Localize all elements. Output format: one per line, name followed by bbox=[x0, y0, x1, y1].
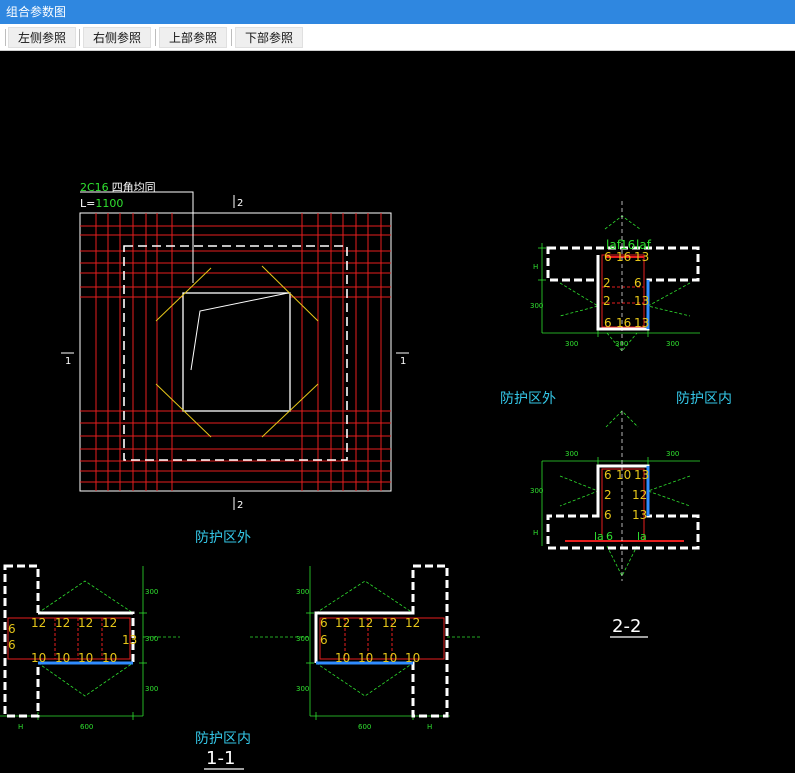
svg-text:10: 10 bbox=[358, 651, 373, 665]
svg-text:la: la bbox=[637, 530, 647, 543]
svg-text:6: 6 bbox=[604, 468, 612, 482]
svg-text:H: H bbox=[18, 723, 23, 731]
svg-text:300: 300 bbox=[296, 588, 309, 596]
section-mark-bottom: 2 bbox=[237, 500, 243, 511]
toolbar-separator bbox=[231, 29, 232, 46]
section-2-2-upper: 6 16 13 2 6 2 13 6 16 13 laf 16 laf 300 … bbox=[530, 201, 700, 352]
svg-text:300: 300 bbox=[145, 588, 158, 596]
toolbar-separator bbox=[155, 29, 156, 46]
label-outside-zone-plan: 防护区外 bbox=[195, 530, 251, 546]
svg-text:6: 6 bbox=[8, 638, 16, 652]
svg-text:la: la bbox=[594, 530, 604, 543]
svg-text:6: 6 bbox=[604, 508, 612, 522]
section-title-2-2: 2-2 bbox=[612, 616, 641, 637]
svg-text:12: 12 bbox=[632, 488, 647, 502]
svg-text:13: 13 bbox=[634, 294, 649, 308]
svg-text:10: 10 bbox=[102, 651, 117, 665]
svg-text:12: 12 bbox=[405, 616, 420, 630]
svg-text:10: 10 bbox=[55, 651, 70, 665]
window-title: 组合参数图 bbox=[0, 0, 795, 24]
svg-text:6: 6 bbox=[320, 616, 328, 630]
svg-text:300: 300 bbox=[565, 340, 578, 348]
svg-text:6: 6 bbox=[8, 622, 16, 636]
svg-text:300: 300 bbox=[296, 685, 309, 693]
label-inside-zone-section2: 防护区内 bbox=[676, 391, 732, 407]
svg-text:12: 12 bbox=[55, 616, 70, 630]
svg-text:H: H bbox=[533, 529, 538, 537]
toolbar: 左侧参照 右侧参照 上部参照 下部参照 bbox=[0, 24, 795, 51]
svg-text:300: 300 bbox=[615, 340, 628, 348]
section-1-1-right: 6 12 12 12 12 6 10 10 10 10 300 300 300 … bbox=[250, 564, 480, 731]
left-reference-button[interactable]: 左侧参照 bbox=[8, 27, 76, 48]
svg-text:12: 12 bbox=[102, 616, 117, 630]
svg-text:600: 600 bbox=[358, 723, 371, 731]
svg-text:H: H bbox=[427, 723, 432, 731]
cad-drawing: 2C16 四角均同 L=1100 2 2 1 1 6 16 13 2 6 2 1… bbox=[0, 181, 732, 770]
section-2-2-lower: 6 10 13 2 12 6 13 la 6 la 300 300 300 H bbox=[530, 410, 700, 581]
right-reference-button[interactable]: 右侧参照 bbox=[83, 27, 151, 48]
opening bbox=[182, 292, 291, 412]
svg-text:300: 300 bbox=[565, 450, 578, 458]
svg-text:12: 12 bbox=[358, 616, 373, 630]
svg-text:300: 300 bbox=[530, 487, 543, 495]
svg-text:12: 12 bbox=[31, 616, 46, 630]
svg-text:13: 13 bbox=[632, 508, 647, 522]
plan-view: 2C16 四角均同 L=1100 2 2 1 1 bbox=[61, 181, 409, 511]
svg-text:16: 16 bbox=[616, 250, 631, 264]
label-inside-zone-section1: 防护区内 bbox=[195, 731, 251, 747]
section-mark-right: 1 bbox=[400, 356, 406, 367]
svg-text:300: 300 bbox=[296, 635, 309, 643]
svg-text:laf: laf bbox=[636, 238, 652, 252]
svg-text:13: 13 bbox=[634, 250, 649, 264]
label-outside-zone-section2: 防护区外 bbox=[500, 391, 556, 407]
svg-text:10: 10 bbox=[78, 651, 93, 665]
rebar-note: 2C16 四角均同 bbox=[80, 181, 156, 194]
toolbar-separator bbox=[79, 29, 80, 46]
svg-text:10: 10 bbox=[616, 468, 631, 482]
svg-text:12: 12 bbox=[335, 616, 350, 630]
section-mark-left: 1 bbox=[65, 356, 71, 367]
svg-text:2: 2 bbox=[604, 488, 612, 502]
toolbar-grip bbox=[5, 29, 6, 46]
svg-text:300: 300 bbox=[530, 302, 543, 310]
svg-text:6: 6 bbox=[606, 530, 613, 543]
svg-text:H: H bbox=[533, 263, 538, 271]
top-reference-button[interactable]: 上部参照 bbox=[159, 27, 227, 48]
svg-text:300: 300 bbox=[666, 340, 679, 348]
svg-text:6: 6 bbox=[634, 276, 642, 290]
svg-text:600: 600 bbox=[80, 723, 93, 731]
svg-text:6: 6 bbox=[320, 633, 328, 647]
svg-text:300: 300 bbox=[145, 635, 158, 643]
svg-text:12: 12 bbox=[382, 616, 397, 630]
svg-text:10: 10 bbox=[405, 651, 420, 665]
drawing-canvas[interactable]: 2C16 四角均同 L=1100 2 2 1 1 6 16 13 2 6 2 1… bbox=[0, 51, 795, 773]
svg-text:13: 13 bbox=[634, 316, 649, 330]
svg-text:300: 300 bbox=[145, 685, 158, 693]
svg-text:10: 10 bbox=[335, 651, 350, 665]
svg-text:300: 300 bbox=[666, 450, 679, 458]
svg-text:6: 6 bbox=[604, 250, 612, 264]
bottom-reference-button[interactable]: 下部参照 bbox=[235, 27, 303, 48]
svg-text:2: 2 bbox=[603, 276, 611, 290]
svg-text:10: 10 bbox=[31, 651, 46, 665]
svg-text:16: 16 bbox=[616, 316, 631, 330]
section-title-1-1: 1-1 bbox=[206, 748, 235, 769]
section-1-1-left: 12 12 12 12 10 10 10 10 13 6 6 300 300 3… bbox=[0, 564, 180, 731]
svg-text:10: 10 bbox=[382, 651, 397, 665]
section-mark-top: 2 bbox=[237, 198, 243, 209]
svg-text:13: 13 bbox=[634, 468, 649, 482]
length-note: L=1100 bbox=[80, 197, 123, 210]
svg-text:12: 12 bbox=[78, 616, 93, 630]
svg-text:16: 16 bbox=[620, 238, 635, 252]
svg-text:2: 2 bbox=[603, 294, 611, 308]
svg-text:6: 6 bbox=[604, 316, 612, 330]
svg-text:13: 13 bbox=[122, 633, 137, 647]
